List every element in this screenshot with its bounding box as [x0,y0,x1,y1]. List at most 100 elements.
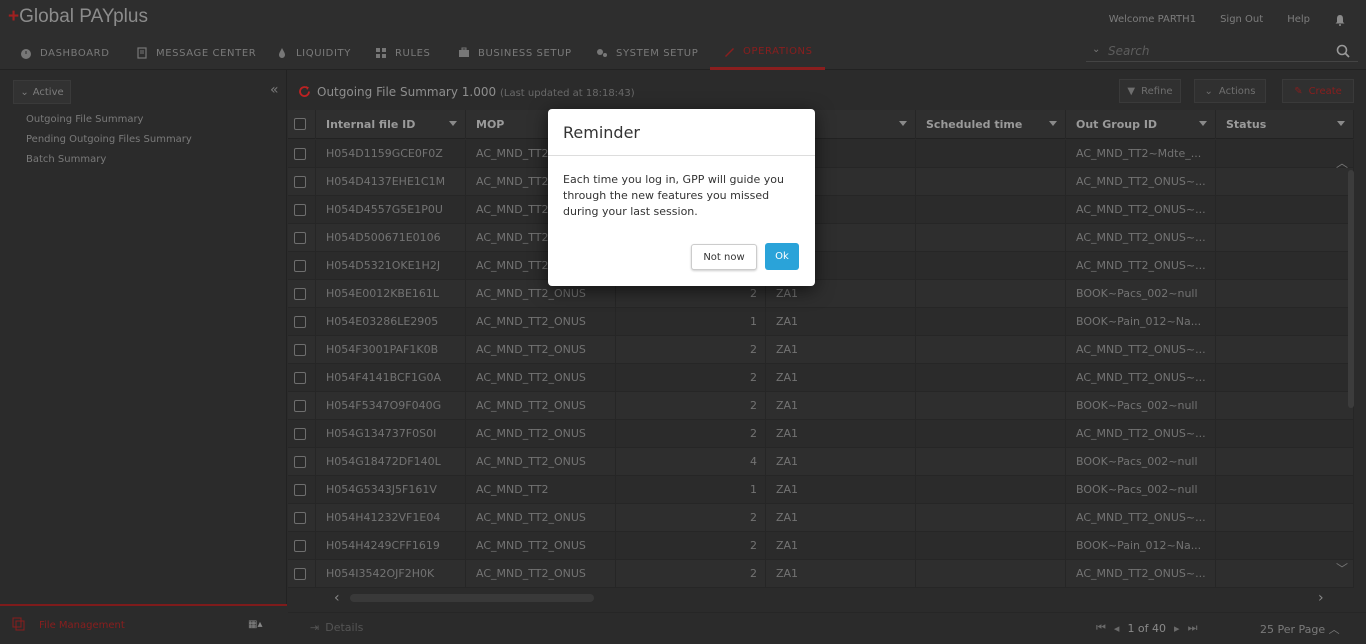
row-checkbox[interactable] [294,400,306,412]
active-filter-button[interactable]: ⌄ Active [13,80,71,104]
first-page-icon[interactable]: ⏮ [1096,621,1106,635]
table-row[interactable]: H054G18472DF140L AC_MND_TT2_ONUS 4 ZA1 BOOK~… [288,448,1354,476]
table-row[interactable]: H054D5321OKE1H2J AC_MND_TT2 AC_MND_TT2_ONU… [288,252,1354,280]
vertical-scrollbar[interactable] [1348,170,1354,408]
chevron-down-icon: ⌄ [1204,85,1213,97]
row-checkbox[interactable] [294,428,306,440]
help-link[interactable]: Help [1287,14,1310,29]
scroll-right-icon[interactable]: › [1318,590,1324,606]
nav-system-setup[interactable]: SYSTEM SETUP [596,36,698,70]
table-row[interactable]: H054F4141BCF1G0A AC_MND_TT2_ONUS 2 ZA1 AC_MN… [288,364,1354,392]
per-page-select[interactable]: 25 Per Page ︿ [1260,621,1340,637]
row-checkbox-cell [288,308,316,336]
table-row[interactable]: H054E0012KBE161L AC_MND_TT2_ONUS 2 ZA1 BOOK~… [288,280,1354,308]
apps-menu-icon[interactable]: ▦▴ [248,619,262,630]
horizontal-scroll-thumb[interactable] [350,594,594,602]
row-checkbox[interactable] [294,484,306,496]
table-cell: AC_MND_TT2_ONUS~... [1066,252,1216,280]
search-icon[interactable] [1336,44,1350,58]
table-cell: AC_MND_TT2_ONUS [466,504,616,532]
sidebar-link-outgoing-file-summary[interactable]: Outgoing File Summary [26,114,143,125]
row-checkbox[interactable] [294,288,306,300]
next-page-icon[interactable]: ▸ [1174,622,1180,635]
nav-dashboard[interactable]: DASHBOARD [20,36,110,70]
table-row[interactable]: H054E03286LE2905 AC_MND_TT2_ONUS 1 ZA1 BOOK~… [288,308,1354,336]
details-button[interactable]: ⇥ Details [310,621,363,634]
file-management-bar[interactable]: File Management ▦▴ [0,604,287,644]
chevron-up-icon: ︿ [1328,623,1340,636]
nav-business-setup[interactable]: BUSINESS SETUP [458,36,572,70]
row-checkbox[interactable] [294,568,306,580]
sidebar-link-pending-outgoing[interactable]: Pending Outgoing Files Summary [26,134,192,145]
select-all-checkbox[interactable] [294,118,306,130]
table-row[interactable]: H054D1159GCE0F0Z AC_MND_TT2 AC_MND_TT2~Mdt… [288,140,1354,168]
table-row[interactable]: H054G134737F0S0I AC_MND_TT2_ONUS 2 ZA1 AC_MN… [288,420,1354,448]
last-page-icon[interactable]: ⏭ [1188,621,1198,635]
scroll-left-icon[interactable]: ‹ [334,590,340,606]
row-checkbox-cell [288,280,316,308]
table-cell [916,392,1066,420]
refresh-icon[interactable] [298,85,311,98]
table-row[interactable]: H054F5347O9F040G AC_MND_TT2_ONUS 2 ZA1 BOOK~… [288,392,1354,420]
row-checkbox[interactable] [294,456,306,468]
row-checkbox[interactable] [294,260,306,272]
row-checkbox[interactable] [294,232,306,244]
table-cell: 2 [616,364,766,392]
table-row[interactable]: H054I3542OJF2H0K AC_MND_TT2_ONUS 2 ZA1 AC_MN… [288,560,1354,588]
column-header-out-group-id[interactable]: Out Group ID [1066,110,1216,139]
ok-button[interactable]: Ok [765,243,799,270]
table-row[interactable]: H054D4137EHE1C1M AC_MND_TT2 AC_MND_TT2_ONU… [288,168,1354,196]
search-input[interactable]: Search [1108,44,1150,58]
gears-icon [597,49,607,57]
nav-message-center[interactable]: MESSAGE CENTER [136,36,256,70]
collapse-sidebar-icon[interactable]: « [270,82,279,98]
nav-operations[interactable]: OPERATIONS [710,36,825,70]
table-cell [1216,168,1354,196]
table-cell [1216,420,1354,448]
column-header-status[interactable]: Status [1216,110,1354,139]
table-cell [916,420,1066,448]
column-header-scheduled-time[interactable]: Scheduled time [916,110,1066,139]
table-row[interactable]: H054H4249CFF1619 AC_MND_TT2_ONUS 2 ZA1 BOOK~… [288,532,1354,560]
row-checkbox[interactable] [294,176,306,188]
horizontal-scrollbar[interactable]: ‹ › [288,590,1354,606]
search-bar[interactable]: ⌄ Search [1086,40,1358,62]
actions-button[interactable]: ⌄ Actions [1194,79,1266,103]
table-row[interactable]: H054D4557G5E1P0U AC_MND_TT2 AC_MND_TT2_ONU… [288,196,1354,224]
nav-rules[interactable]: RULES [375,36,431,70]
table-cell: BOOK~Pacs_002~null [1066,476,1216,504]
bell-icon[interactable] [1334,14,1346,29]
table-row[interactable]: H054F3001PAF1K0B AC_MND_TT2_ONUS 2 ZA1 AC_MN… [288,336,1354,364]
table-cell [916,448,1066,476]
prev-page-icon[interactable]: ◂ [1114,622,1120,635]
table-row[interactable]: H054G5343J5F161V AC_MND_TT2 1 ZA1 BOOK~Pacs_… [288,476,1354,504]
row-checkbox[interactable] [294,372,306,384]
create-button[interactable]: ✎ Create [1282,79,1354,103]
chevron-down-icon[interactable]: ⌄ [1092,44,1100,55]
scroll-down-icon[interactable]: ﹀ [1336,560,1348,577]
table-cell [1216,224,1354,252]
refine-button[interactable]: ▼ Refine [1119,79,1181,103]
column-header-internal-file-id[interactable]: Internal file ID [316,110,466,139]
row-checkbox[interactable] [294,540,306,552]
table-cell: H054G18472DF140L [316,448,466,476]
row-checkbox[interactable] [294,204,306,216]
table-cell: ZA1 [766,476,916,504]
table-cell [916,196,1066,224]
table-cell: AC_MND_TT2_ONUS~... [1066,168,1216,196]
row-checkbox-cell [288,364,316,392]
table-row[interactable]: H054H41232VF1E04 AC_MND_TT2_ONUS 2 ZA1 AC_MN… [288,504,1354,532]
sidebar-link-batch-summary[interactable]: Batch Summary [26,154,106,165]
page-title: Outgoing File Summary 1.000 (Last update… [317,85,635,99]
not-now-button[interactable]: Not now [691,244,757,270]
document-icon [137,47,147,59]
row-checkbox[interactable] [294,148,306,160]
sign-out-link[interactable]: Sign Out [1220,14,1263,29]
row-checkbox[interactable] [294,512,306,524]
row-checkbox[interactable] [294,316,306,328]
scroll-up-icon[interactable]: ︿ [1336,154,1348,171]
table-row[interactable]: H054D500671E0106 AC_MND_TT2 AC_MND_TT2_ONU… [288,224,1354,252]
row-checkbox[interactable] [294,344,306,356]
nav-liquidity[interactable]: LIQUIDITY [276,36,351,70]
table-cell: H054D500671E0106 [316,224,466,252]
